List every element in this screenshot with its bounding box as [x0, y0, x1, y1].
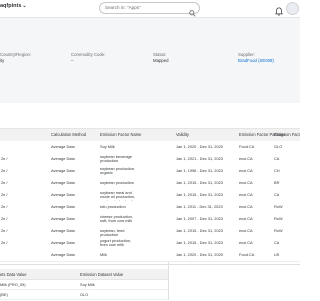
column-header-emission-factor-region[interactable]: Emission Fact — [274, 132, 300, 137]
cell-calculation-method: Average Data — [51, 215, 75, 221]
supplier-field: Supplier: BradFood (SE008) — [238, 52, 274, 64]
cell-emission-factor-package: ecoi.CA — [239, 215, 253, 221]
cell-calculation-method: Average Data — [51, 239, 75, 245]
cell-calculation-method: Average Data — [51, 227, 75, 233]
cell-emission-factor-package: ecoi.CA — [239, 191, 253, 197]
cell-emission-factor-name: Soy Milk — [100, 143, 115, 149]
avatar[interactable] — [286, 2, 299, 15]
supplier-link[interactable]: BradFood (SE008) — [238, 58, 274, 64]
mapping-cell-dataset: Milk (PRO_09) — [0, 282, 26, 287]
cell-validity: Jan 1, 2015 - Dec 31, 2023 — [176, 191, 223, 197]
cell-emission-factor-name: soybean production — [100, 179, 134, 185]
cell-emission-factor-name: tofu production — [100, 203, 126, 209]
cell-validity: Jan 1, 2011 - Dec 31, 2023 — [176, 203, 223, 209]
cell-validity: Jan 1, 2015 - Dec 31, 2023 — [176, 227, 223, 233]
mapping-table: ets Data Value Emission Dataset Value Mi… — [0, 264, 300, 301]
search-placeholder: Search in: "Apps" — [105, 4, 141, 10]
cell-id: 2e / — [1, 203, 8, 209]
cell-validity: Jan 1, 2021 - Dec 31, 2023 — [176, 155, 223, 161]
cell-id: 2e / — [1, 215, 8, 221]
divider — [168, 262, 169, 300]
column-header-calculation-method[interactable]: Calculation Method — [51, 132, 86, 137]
country-region-field: Country/Region: ity — [0, 52, 31, 64]
cell-calculation-method: Average Data — [51, 179, 75, 185]
table-row[interactable]: Average Data Milk Jan 1, 2020 - Dec 31, 20… — [0, 249, 300, 262]
mapping-table-header: ets Data Value Emission Dataset Value — [0, 269, 168, 280]
cell-emission-factor-region: CA — [274, 239, 280, 245]
cell-emission-factor-region: GLO — [274, 143, 283, 149]
cell-emission-factor-name: cheese production, soft, from cow milk — [100, 213, 133, 224]
search-input[interactable]: Search in: "Apps" — [99, 2, 200, 17]
cell-emission-factor-package: ecoi.CA — [239, 179, 253, 185]
cell-calculation-method: Average Data — [51, 143, 75, 149]
cell-validity: Jan 1, 2007 - Dec 31, 2023 — [176, 215, 223, 221]
object-header: Country/Region: ity Commodity Code: – St… — [0, 18, 300, 103]
cell-emission-factor-package: ecoi.CA — [239, 227, 253, 233]
cell-emission-factor-package: ecoi.CA — [239, 155, 253, 161]
cell-calculation-method: Average Data — [51, 251, 75, 257]
commodity-code-label: Commodity Code: — [71, 52, 106, 57]
cell-id: 2e / — [1, 179, 8, 185]
cell-emission-factor-package: ecoi.CA — [239, 167, 253, 173]
cell-emission-factor-package: ecoi.CA — [239, 203, 253, 209]
cell-emission-factor-region: RoW — [274, 215, 283, 221]
cell-validity: Jan 1, 2020 - Dec 31, 2020 — [176, 143, 223, 149]
column-header-emission-dataset-value[interactable]: Emission Dataset Value — [80, 272, 123, 277]
status-value: Mapped — [153, 58, 169, 63]
cell-validity: Jan 1, 2015 - Dec 31, 2023 — [176, 179, 223, 185]
cell-calculation-method: Average Data — [51, 191, 75, 197]
commodity-code-field: Commodity Code: – — [71, 52, 105, 64]
mapping-row[interactable]: (BE) GLO — [0, 290, 168, 300]
column-header-dataset-value[interactable]: ets Data Value — [0, 272, 27, 277]
cell-emission-factor-name: soybean beverage production — [100, 153, 133, 164]
mapping-row[interactable]: Milk (PRO_09) Soy Milk — [0, 280, 168, 290]
cell-calculation-method: Average Data — [51, 203, 75, 209]
mapping-cell-emission: Soy Milk — [80, 282, 95, 287]
shell-bar: aqfpints⌄ Search in: "Apps" — [0, 0, 300, 18]
cell-id: 2e / — [1, 155, 8, 161]
table-header: Calculation Method Emission Factor Name … — [0, 128, 300, 142]
cell-emission-factor-region: US — [274, 251, 280, 257]
app-title[interactable]: aqfpints⌄ — [0, 3, 27, 9]
cell-validity: Jan 1, 2020 - Dec 31, 2020 — [176, 251, 223, 257]
status-field: Status: Mapped — [153, 52, 169, 64]
country-region-label: Country/Region: — [0, 52, 32, 57]
cell-id: 2e / — [1, 227, 8, 233]
cell-validity: Jan 1, 2015 - Dec 31, 2023 — [176, 239, 223, 245]
cell-calculation-method: Average Data — [51, 167, 75, 173]
country-region-value: ity — [0, 58, 5, 63]
cell-emission-factor-package: Food.CA — [239, 143, 255, 149]
cell-emission-factor-region: BR — [274, 179, 280, 185]
cell-id: 2e / — [1, 167, 8, 173]
cell-emission-factor-name: soybean production, organic — [100, 165, 136, 176]
commodity-code-value: – — [71, 58, 74, 63]
app-title-text: aqfpints — [0, 3, 22, 9]
chevron-down-icon: ⌄ — [22, 3, 27, 9]
mapping-cell-dataset: (BE) — [0, 292, 8, 297]
cell-emission-factor-region: CA — [274, 191, 280, 197]
cell-validity: Jan 1, 1996 - Dec 31, 2023 — [176, 167, 223, 173]
cell-emission-factor-region: RoW — [274, 203, 283, 209]
cell-emission-factor-name: yogurt production, from cow milk — [100, 237, 132, 248]
cell-id: 2e / — [1, 191, 8, 197]
cell-emission-factor-name: Milk — [100, 251, 107, 257]
cell-calculation-method: Average Data — [51, 155, 75, 161]
cell-id: 2e / — [1, 239, 8, 245]
column-header-validity[interactable]: Validity — [176, 132, 189, 137]
cell-emission-factor-package: ecoi.CA — [239, 239, 253, 245]
mapping-cell-emission: GLO — [80, 292, 89, 297]
column-header-emission-factor-name[interactable]: Emission Factor Name — [100, 132, 141, 137]
cell-emission-factor-package: Food.CA — [239, 251, 255, 257]
cell-emission-factor-region: CA — [274, 155, 280, 161]
cell-emission-factor-region: CH — [274, 167, 280, 173]
cell-emission-factor-region: RoW — [274, 227, 283, 233]
